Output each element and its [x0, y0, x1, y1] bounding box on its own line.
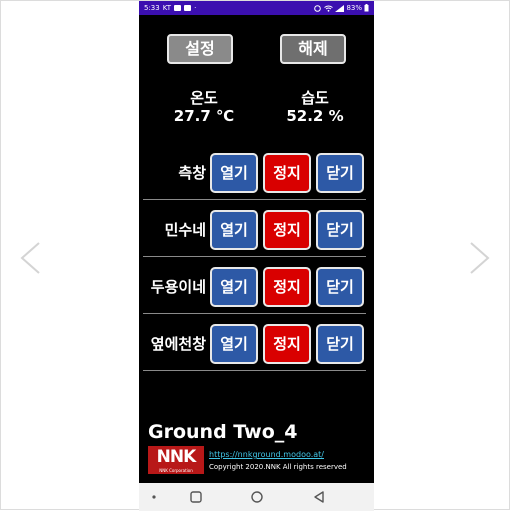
logo-mark: NNK [156, 447, 197, 467]
row-label: 옆에천창 [150, 335, 206, 353]
control-row: 두용이네 열기 정지 닫기 [139, 266, 374, 316]
close-button[interactable]: 닫기 [316, 210, 364, 250]
home-icon[interactable] [250, 490, 264, 504]
chat-notification-icon [174, 5, 182, 11]
message-notification-icon [184, 5, 192, 11]
row-divider [143, 370, 366, 371]
status-extra: · [194, 4, 197, 12]
stop-button[interactable]: 정지 [263, 267, 311, 307]
battery-icon [364, 4, 369, 12]
control-row: 민수네 열기 정지 닫기 [139, 209, 374, 259]
stop-button[interactable]: 정지 [263, 153, 311, 193]
close-button[interactable]: 닫기 [316, 267, 364, 307]
open-button[interactable]: 열기 [210, 210, 258, 250]
viewer-frame: 5:33 KT · 83% 설정 해제 온도 27.7 ℃ 습도 52.2 % [0, 0, 510, 511]
logo-subtext: NNK Corporation [159, 468, 193, 473]
chevron-left-icon [20, 242, 40, 274]
phone-screenshot: 5:33 KT · 83% 설정 해제 온도 27.7 ℃ 습도 52.2 % [139, 1, 374, 511]
alarm-icon [314, 4, 322, 12]
stop-button[interactable]: 정지 [263, 210, 311, 250]
humidity-label: 습도 [301, 89, 329, 107]
close-button[interactable]: 닫기 [316, 153, 364, 193]
temperature-reading: 온도 27.7 ℃ [154, 89, 254, 125]
humidity-value: 52.2 % [286, 107, 344, 125]
company-logo: NNK NNK Corporation [148, 446, 204, 474]
signal-icon [335, 4, 345, 12]
open-button[interactable]: 열기 [210, 267, 258, 307]
row-label: 측창 [178, 164, 206, 182]
status-bar: 5:33 KT · 83% [139, 1, 374, 15]
row-label: 민수네 [164, 221, 206, 239]
control-row: 옆에천창 열기 정지 닫기 [139, 323, 374, 373]
temperature-value: 27.7 ℃ [173, 107, 235, 125]
row-divider [143, 199, 366, 200]
homepage-link[interactable]: https://nnkground.modoo.at/ [209, 450, 324, 459]
recent-apps-icon[interactable] [189, 490, 203, 504]
humidity-reading: 습도 52.2 % [265, 89, 365, 125]
status-carrier: KT [162, 4, 172, 12]
control-row: 측창 열기 정지 닫기 [139, 152, 374, 202]
copyright-text: Copyright 2020.NNK All rights reserved [209, 463, 347, 471]
back-icon[interactable] [312, 490, 326, 504]
system-navigation-bar [139, 483, 374, 511]
prev-arrow-button[interactable] [19, 241, 41, 275]
wifi-icon [324, 5, 334, 12]
device-title: Ground Two_4 [148, 421, 298, 443]
next-arrow-button[interactable] [469, 241, 491, 275]
row-divider [143, 256, 366, 257]
release-button[interactable]: 해제 [280, 34, 346, 64]
status-time: 5:33 [144, 4, 160, 12]
row-divider [143, 313, 366, 314]
chevron-right-icon [470, 242, 490, 274]
open-button[interactable]: 열기 [210, 324, 258, 364]
temperature-label: 온도 [190, 89, 218, 107]
stop-button[interactable]: 정지 [263, 324, 311, 364]
open-button[interactable]: 열기 [210, 153, 258, 193]
row-label: 두용이네 [150, 278, 206, 296]
settings-button[interactable]: 설정 [167, 34, 233, 64]
close-button[interactable]: 닫기 [316, 324, 364, 364]
menu-dot-icon[interactable] [147, 490, 161, 504]
battery-percent: 83% [346, 4, 362, 12]
